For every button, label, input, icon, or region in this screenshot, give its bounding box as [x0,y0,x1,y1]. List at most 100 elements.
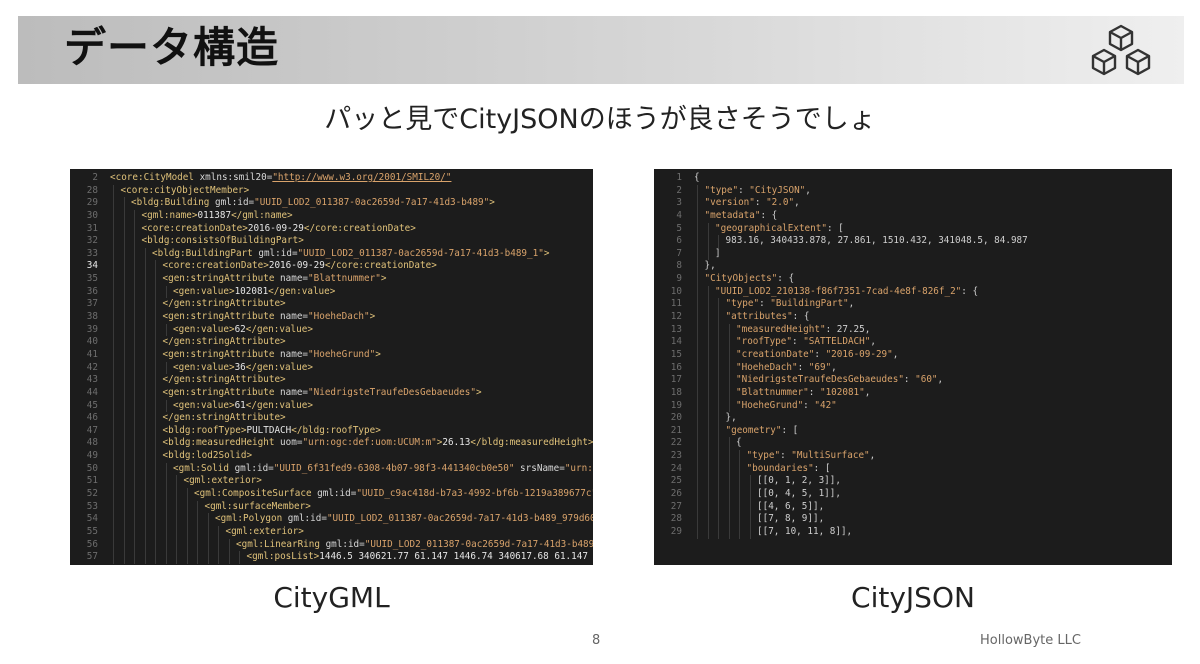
line-number: 12 [670,311,682,323]
line-number: 7 [676,247,682,259]
indent-guide [155,348,156,362]
indent-guide [155,311,156,324]
code-text: <bldg:consistsOfBuildingPart> [142,235,304,248]
cityjson-caption: CityJSON [851,581,975,614]
indent-guide [144,450,146,463]
code-line: 29 <bldg:Building gml:id="UUID_LOD2_01138… [70,197,593,210]
code-text: <gen:stringAttribute name="Blattnummer"> [163,273,387,286]
code-token: [[4, 6, 5]], [757,500,825,512]
code-token: <gen:value> [173,399,235,411]
code-token: "creationDate" [736,348,815,360]
indent-guide [718,374,719,387]
code-token: </gml:name> [231,209,293,221]
code-token: gml:id= [317,488,357,500]
code-text: </gen:stringAttribute> [163,412,286,425]
indent-guide [165,462,167,476]
indent-guide [697,197,698,210]
indent-guide [739,525,740,539]
indent-guide [144,551,146,564]
code-token: <gml:exterior> [225,525,304,537]
code-token: : { [760,209,778,221]
code-line: 8}, [654,260,1172,274]
indent-guide [739,488,740,501]
code-line: 45 <gen:value>61</gen:value> [70,399,593,413]
code-text: "type": "MultiSurface", [747,450,876,463]
indent-guide [186,513,188,526]
code-line: 47 <bldg:roofType>PULTDACH</bldg:roofType… [70,424,593,438]
code-token: "geometry" [725,424,782,436]
code-token: "roofType" [736,336,792,348]
indent-guide [718,399,719,413]
indent-guide [123,462,125,476]
line-number: 51 [86,475,98,487]
code-token: "NiedrigsteTraufeDesGebaeudes" [736,374,904,386]
indent-guide [144,488,146,501]
code-token: <core:CityModel [110,172,200,183]
code-token: , [864,323,871,335]
line-number: 1 [676,172,682,183]
code-token: : [797,361,809,373]
indent-guide [134,311,135,324]
code-token: <core:creationDate> [141,222,248,234]
line-number: 41 [86,348,98,360]
indent-guide [176,475,177,489]
citygml-code-panel[interactable]: 2 <core:CityModel xmlns:smil20="http://ww… [70,169,593,565]
indent-guide [134,462,135,476]
code-token: </core:creationDate> [303,222,416,234]
indent-guide [144,336,146,349]
code-token: <gen:stringAttribute [162,386,281,398]
line-number: 54 [86,513,98,525]
indent-guide [155,323,156,337]
indent-guide [707,437,709,451]
indent-guide [155,551,156,564]
indent-guide [123,386,125,400]
indent-guide [697,437,698,451]
indent-guide [176,525,177,539]
indent-guide [144,513,146,526]
code-token: > [475,386,482,398]
code-line: 12 "attributes": { [654,311,1172,324]
code-text: <gml:exterior> [184,475,262,488]
line-number: 19 [670,399,682,411]
code-text: <bldg:roofType>PULTDACH</bldg:roofType> [163,425,381,438]
indent-guide [749,488,751,501]
indent-guide [155,462,156,476]
indent-guide [155,298,156,312]
code-text: ] [715,248,721,261]
indent-guide [718,513,719,526]
indent-guide [123,285,125,299]
code-text: "geometry": [ [726,425,799,438]
code-token: </bldg:measuredHeight> [470,437,593,449]
line-number: 20 [670,412,682,424]
code-token: 2016-09-29 [268,260,325,272]
code-line: 10 "UUID_LOD2_210138-f86f7351-7cad-4e8f-8… [654,285,1172,299]
indent-guide [697,311,698,324]
indent-guide [113,298,114,312]
indent-guide [165,551,167,564]
indent-guide [739,500,740,514]
line-number: 13 [670,323,682,335]
indent-guide [697,424,698,438]
code-line: 18 "Blattnummer": "102081", [654,386,1172,400]
indent-guide [728,374,730,387]
code-text: <core:cityObjectMember> [121,185,250,198]
indent-guide [165,285,167,299]
indent-guide [123,209,125,223]
indent-guide [728,386,730,400]
indent-guide [718,488,719,501]
line-number: 10 [670,285,682,297]
code-line: 51 <gml:exterior> [70,475,593,489]
code-text: </gen:stringAttribute> [163,374,286,387]
code-token: 102081 [234,285,269,297]
code-token: <bldg:BuildingPart [152,247,259,259]
code-token: "UUID_LOD2_011387-0ac2659d-7a17-41d3-b48… [297,247,544,259]
indent-guide [144,348,146,362]
code-text: "creationDate": "2016-09-29", [736,349,898,362]
indent-guide [113,311,114,324]
line-number: 40 [86,336,98,348]
code-token: "HoeheGrund" [736,399,804,411]
line-number: 33 [86,247,98,259]
code-token: </gen:value> [245,399,313,411]
indent-guide [134,475,135,489]
cityjson-code-panel[interactable]: 1{2 "type": "CityJSON", 3 "version": "2.0",… [654,169,1172,565]
